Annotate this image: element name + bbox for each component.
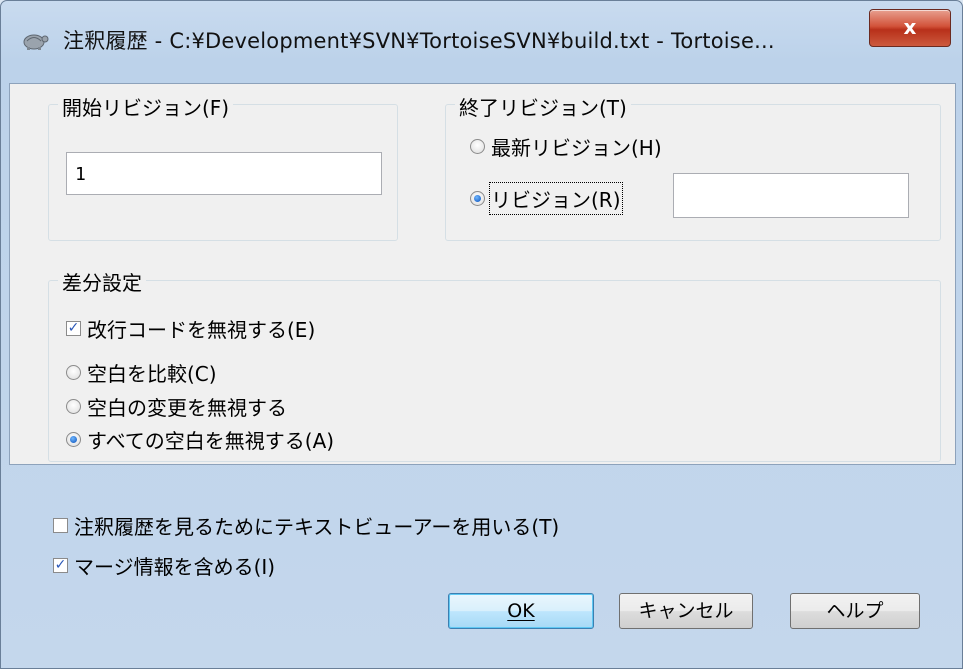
ignore-all-whitespace-label: すべての空白を無視する(A) [87, 429, 335, 453]
checkbox-unchecked-icon [53, 518, 68, 533]
checkbox-checked-icon: ✓ [66, 320, 81, 336]
head-revision-label: 最新リビジョン(H) [491, 136, 662, 160]
close-icon: x [903, 15, 917, 39]
start-revision-input[interactable]: 1 [66, 152, 382, 195]
dialog-content: 開始リビジョン(F) 1 終了リビジョン(T) 最新リビジョン(H) リビジョン… [9, 83, 956, 465]
title-bar[interactable]: 注釈履歴 - C:¥Development¥SVN¥TortoiseSVN¥bu… [1, 1, 962, 83]
ignore-all-whitespace-radio[interactable]: すべての空白を無視する(A) [66, 425, 334, 454]
ignore-eol-label: 改行コードを無視する(E) [87, 318, 316, 342]
radio-selected-icon [470, 191, 485, 206]
end-revision-label: 終了リビジョン(T) [455, 92, 631, 121]
start-revision-label: 開始リビジョン(F) [58, 92, 234, 121]
blame-dialog-window: 注釈履歴 - C:¥Development¥SVN¥TortoiseSVN¥bu… [0, 0, 963, 669]
ignore-whitespace-changes-radio[interactable]: 空白の変更を無視する [66, 392, 287, 421]
use-text-viewer-label: 注釈履歴を見るためにテキストビューアーを用いる(T) [74, 515, 560, 539]
specific-revision-label: リビジョン(R) [489, 182, 623, 215]
tortoise-icon [23, 34, 49, 50]
use-text-viewer-checkbox[interactable]: 注釈履歴を見るためにテキストビューアーを用いる(T) [53, 511, 559, 540]
radio-icon [470, 139, 485, 154]
ok-button-label: OK [507, 600, 535, 622]
ok-button[interactable]: OK [448, 593, 594, 629]
head-revision-radio[interactable]: 最新リビジョン(H) [470, 132, 662, 161]
cancel-button[interactable]: キャンセル [619, 593, 753, 629]
ignore-eol-checkbox[interactable]: ✓ 改行コードを無視する(E) [66, 314, 315, 343]
close-button[interactable]: x [869, 9, 951, 47]
checkbox-checked-icon: ✓ [53, 557, 68, 573]
compare-whitespace-radio[interactable]: 空白を比較(C) [66, 358, 217, 387]
start-revision-value: 1 [75, 164, 86, 185]
end-revision-input[interactable] [673, 173, 909, 218]
radio-selected-icon [66, 432, 81, 447]
window-title: 注釈履歴 - C:¥Development¥SVN¥TortoiseSVN¥bu… [63, 29, 775, 53]
specific-revision-radio[interactable]: リビジョン(R) [470, 182, 623, 215]
radio-icon [66, 399, 81, 414]
help-button-label: ヘルプ [826, 600, 884, 622]
cancel-button-label: キャンセル [638, 600, 734, 622]
radio-icon [66, 365, 81, 380]
help-button[interactable]: ヘルプ [790, 593, 920, 629]
diff-settings-label: 差分設定 [58, 267, 146, 296]
compare-whitespace-label: 空白を比較(C) [87, 362, 217, 386]
include-merge-info-label: マージ情報を含める(I) [74, 555, 276, 579]
ignore-whitespace-changes-label: 空白の変更を無視する [87, 396, 287, 420]
include-merge-info-checkbox[interactable]: ✓ マージ情報を含める(I) [53, 551, 275, 580]
